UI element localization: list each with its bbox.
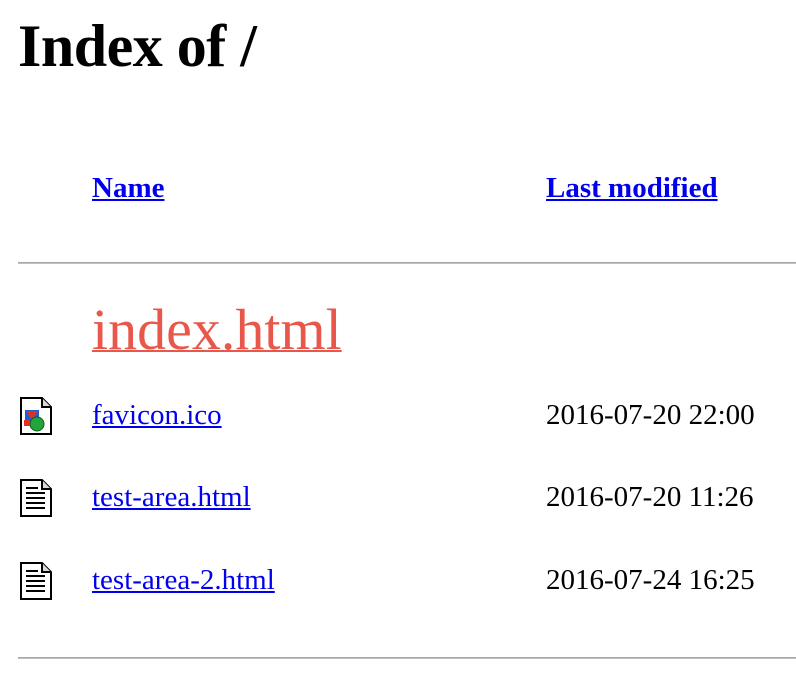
table-row: favicon.ico 2016-07-20 22:00 <box>0 396 796 436</box>
sort-by-name-link[interactable]: Name <box>92 172 164 204</box>
text-file-icon <box>18 478 54 518</box>
file-link-favicon[interactable]: favicon.ico <box>92 399 222 432</box>
file-link-test-area-2[interactable]: test-area-2.html <box>92 564 275 597</box>
column-header-last-modified[interactable]: Last modified <box>546 172 718 205</box>
top-divider <box>18 262 796 264</box>
table-row: test-area-2.html 2016-07-24 16:25 <box>0 561 796 601</box>
index-html-link[interactable]: index.html <box>92 297 342 362</box>
image-file-icon <box>18 396 54 436</box>
bottom-divider <box>18 657 796 659</box>
last-modified-value: 2016-07-20 22:00 <box>546 399 755 431</box>
highlighted-entry[interactable]: index.html <box>92 297 342 362</box>
page-title: Index of / <box>18 13 257 79</box>
text-file-icon <box>18 561 54 601</box>
sort-by-last-modified-link[interactable]: Last modified <box>546 172 718 204</box>
column-header-name[interactable]: Name <box>92 172 164 205</box>
last-modified-value: 2016-07-20 11:26 <box>546 481 754 513</box>
last-modified-value: 2016-07-24 16:25 <box>546 564 755 596</box>
table-row: test-area.html 2016-07-20 11:26 <box>0 478 796 518</box>
file-link-test-area[interactable]: test-area.html <box>92 481 251 514</box>
